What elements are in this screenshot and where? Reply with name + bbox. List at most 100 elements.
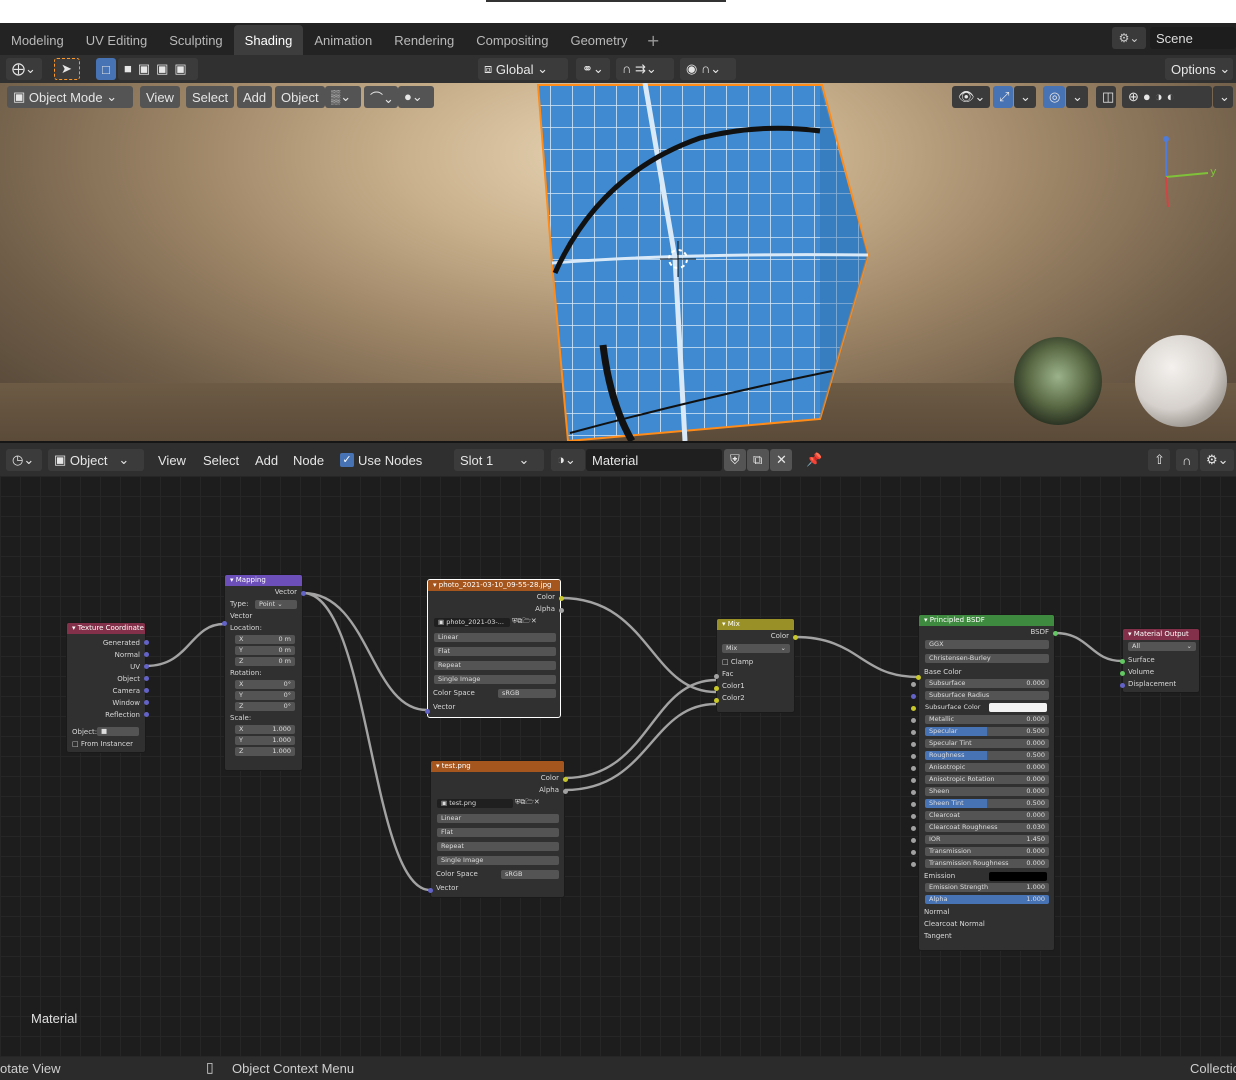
interp-dropdown[interactable]: Linear — [434, 633, 556, 642]
socket[interactable] — [911, 730, 916, 735]
vector-component-field[interactable]: X 0 m — [235, 635, 295, 644]
menu-add[interactable]: Add — [237, 86, 273, 108]
socket[interactable] — [911, 850, 916, 855]
fake-user-icon[interactable]: ⛨ — [724, 449, 746, 471]
shading-dropdown-icon[interactable]: ⌄ — [1213, 86, 1233, 108]
socket[interactable] — [793, 635, 798, 640]
gizmo-dropdown-icon[interactable]: ⌄ — [1014, 86, 1036, 108]
snap-target-icon[interactable]: ⚙⌄ — [1200, 449, 1234, 471]
bsdf-property-field[interactable]: Anisotropic Rotation 0.000 — [925, 775, 1049, 784]
socket[interactable] — [911, 766, 916, 771]
socket[interactable] — [1120, 659, 1125, 664]
pin-icon[interactable]: 📌 — [800, 449, 822, 471]
menu-add[interactable]: Add — [249, 449, 284, 471]
tab-shading[interactable]: Shading — [233, 25, 304, 55]
node-material-output[interactable]: ▾ Material Output All ⌄ Surface Volume Di… — [1120, 628, 1200, 693]
bsdf-property-field[interactable]: Clearcoat 0.000 — [925, 811, 1049, 820]
source-dropdown[interactable]: Single Image — [437, 856, 559, 865]
tab-sculpting[interactable]: Sculpting — [158, 25, 233, 55]
alpha-field[interactable]: Alpha 1.000 — [925, 895, 1049, 904]
gpencil-icon[interactable]: ▒⌄ — [325, 86, 361, 108]
vector-component-field[interactable]: X 0° — [235, 680, 295, 689]
socket[interactable] — [144, 640, 149, 645]
snap-icon[interactable]: ∩ ⇉⌄ — [616, 58, 674, 80]
socket[interactable] — [911, 826, 916, 831]
socket[interactable] — [911, 778, 916, 783]
tab-rendering[interactable]: Rendering — [383, 25, 465, 55]
socket[interactable] — [563, 789, 568, 794]
node-mapping[interactable]: ▾ Mapping Vector Type: Point ⌄ Vector Loc… — [222, 574, 306, 771]
colorspace-dropdown[interactable]: sRGB — [498, 689, 556, 698]
socket[interactable] — [144, 676, 149, 681]
menu-select[interactable]: Select — [186, 86, 235, 108]
socket[interactable] — [563, 777, 568, 782]
parent-node-icon[interactable]: ⇧ — [1148, 449, 1170, 471]
node-editor-canvas[interactable]: ▾ Texture Coordinate Generated Normal UV… — [0, 476, 1236, 1057]
menu-object[interactable]: Object — [275, 86, 325, 108]
menu-view[interactable]: View — [140, 86, 180, 108]
overlay-dropdown-icon[interactable]: ⌄ — [1066, 86, 1088, 108]
bsdf-property-field[interactable]: Subsurface Radius — [925, 691, 1049, 700]
gizmo-toggle-icon[interactable]: ⤢ — [993, 86, 1013, 108]
extension-dropdown[interactable]: Repeat — [437, 842, 559, 851]
socket[interactable] — [911, 682, 916, 687]
bsdf-property-field[interactable]: Metallic 0.000 — [925, 715, 1049, 724]
socket[interactable] — [916, 675, 921, 680]
tab-animation[interactable]: Animation — [303, 25, 383, 55]
tab-modeling[interactable]: Modeling — [0, 25, 75, 55]
tab-compositing[interactable]: Compositing — [465, 25, 559, 55]
interp-dropdown[interactable]: Linear — [437, 814, 559, 823]
bsdf-property-field[interactable]: IOR 1.450 — [925, 835, 1049, 844]
vector-component-field[interactable]: Y 0° — [235, 691, 295, 700]
socket[interactable] — [144, 652, 149, 657]
material-name-field[interactable]: Material — [586, 449, 722, 471]
image-action-icons[interactable]: ⛨⧉🗁✕ — [515, 796, 540, 808]
subsurface-color-swatch[interactable] — [989, 703, 1047, 712]
socket[interactable] — [559, 608, 564, 613]
socket[interactable] — [1120, 683, 1125, 688]
socket[interactable] — [911, 790, 916, 795]
socket[interactable] — [714, 674, 719, 679]
node-principled-bsdf[interactable]: ▾ Principled BSDF BSDF GGX Christensen-B… — [911, 614, 1058, 951]
socket[interactable] — [911, 802, 916, 807]
bsdf-property-field[interactable]: Specular 0.500 — [925, 727, 1049, 736]
distribution-dropdown[interactable]: GGX — [925, 640, 1049, 649]
snap-icon[interactable]: ∩ — [1176, 449, 1198, 471]
proportional-edit-icon[interactable]: ◉ ∩⌄ — [680, 58, 736, 80]
vector-component-field[interactable]: Z 0 m — [235, 657, 295, 666]
3d-viewport[interactable]: y — [0, 83, 1236, 441]
menu-node[interactable]: Node — [287, 449, 330, 471]
scene-icon[interactable]: ⚙⌄ — [1112, 27, 1146, 49]
socket[interactable] — [911, 718, 916, 723]
bsdf-property-field[interactable]: Roughness 0.500 — [925, 751, 1049, 760]
projection-dropdown[interactable]: Flat — [434, 647, 556, 656]
socket[interactable] — [301, 591, 306, 596]
socket[interactable] — [1120, 671, 1125, 676]
navigation-gizmo[interactable]: y — [1163, 136, 1217, 208]
type-dropdown[interactable]: Point ⌄ — [255, 600, 297, 609]
vector-component-field[interactable]: Y 1.000 — [235, 736, 295, 745]
socket[interactable] — [144, 688, 149, 693]
use-nodes-checkbox[interactable]: ✓ Use Nodes — [334, 449, 428, 471]
bsdf-property-field[interactable]: Sheen 0.000 — [925, 787, 1049, 796]
blend-dropdown[interactable]: Mix ⌄ — [722, 644, 790, 653]
bsdf-property-field[interactable]: Transmission Roughness 0.000 — [925, 859, 1049, 868]
from-instancer-checkbox[interactable]: □ From Instancer — [67, 738, 145, 750]
visibility-icon[interactable]: 👁⌄ — [952, 86, 990, 108]
projection-dropdown[interactable]: Flat — [437, 828, 559, 837]
bsdf-property-field[interactable]: Sheen Tint 0.500 — [925, 799, 1049, 808]
slot-dropdown[interactable]: Slot 1 ⌄ — [454, 449, 544, 471]
bsdf-property-field[interactable]: Subsurface Color — [925, 703, 1049, 712]
socket[interactable] — [144, 712, 149, 717]
bsdf-property-field[interactable]: Subsurface 0.000 — [925, 679, 1049, 688]
socket[interactable] — [911, 862, 916, 867]
shading-ball-icon[interactable]: ●⌄ — [398, 86, 434, 108]
shading-mode-icons[interactable]: ⊕●◑◐ — [1122, 86, 1212, 108]
source-dropdown[interactable]: Single Image — [434, 675, 556, 684]
clamp-checkbox[interactable]: □ Clamp — [717, 656, 794, 668]
vector-component-field[interactable]: Z 1.000 — [235, 747, 295, 756]
image-action-icons[interactable]: ⛨⧉🗁✕ — [512, 615, 537, 627]
node-mix[interactable]: ▾ Mix Color Mix ⌄ □ Clamp Fac Color1 Colo… — [714, 618, 798, 713]
scene-name-field[interactable]: Scene — [1150, 27, 1236, 49]
transform-orientation-dropdown[interactable]: ⧈ Global ⌄ — [478, 58, 568, 80]
